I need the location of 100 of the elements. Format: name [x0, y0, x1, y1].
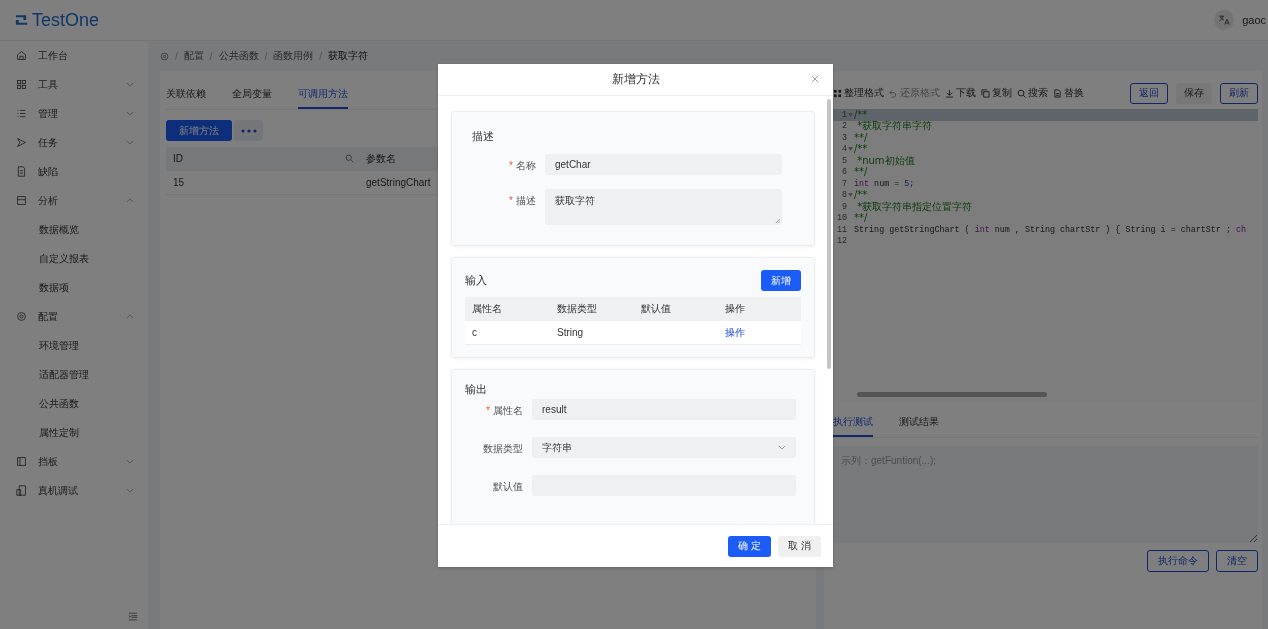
scrollbar[interactable]: [857, 392, 1047, 397]
collapse-menu-icon[interactable]: [128, 612, 138, 621]
search-icon: [1017, 88, 1026, 98]
code-line: /**: [854, 109, 868, 120]
code-line: **/: [854, 131, 868, 144]
line-number: 1: [840, 109, 847, 120]
sidebar-subitem[interactable]: 属性定制: [0, 418, 148, 447]
sidebar-item[interactable]: 工作台: [0, 41, 148, 70]
resize-grip-icon[interactable]: [775, 218, 780, 223]
line-number: 9: [840, 201, 847, 212]
sidebar-subitem[interactable]: 适配器管理: [0, 360, 148, 389]
undo-icon: [889, 88, 898, 98]
field-label: * 描述: [508, 194, 537, 208]
user-name[interactable]: gaoc: [1242, 14, 1268, 26]
toolbar-item[interactable]: 搜索: [1017, 86, 1048, 100]
sidebar-item[interactable]: 配置: [0, 302, 148, 331]
sidebar-item[interactable]: 工具: [0, 70, 148, 99]
sidebar-item[interactable]: 任务: [0, 128, 148, 157]
sidebar-subitem[interactable]: 环境管理: [0, 331, 148, 360]
sidebar-subitem[interactable]: 数据概览: [0, 215, 148, 244]
section-title: 输出: [465, 382, 488, 397]
add-method-button[interactable]: 新增方法: [166, 120, 232, 141]
toolbar-item[interactable]: 下载: [945, 86, 976, 100]
fold-caret-icon[interactable]: [848, 112, 853, 117]
home-icon: [16, 50, 27, 61]
toolbar-item[interactable]: 整理格式: [833, 86, 884, 100]
sidebar-item[interactable]: 分析: [0, 186, 148, 215]
table-cell-text: String: [557, 327, 585, 338]
line-number: 3: [840, 132, 847, 143]
code-line: *num初始值: [856, 153, 915, 167]
line-number: 10: [835, 213, 847, 224]
sidebar-item[interactable]: 管理: [0, 99, 148, 128]
document-icon: [16, 166, 27, 177]
sidebar-subitem[interactable]: 公共函数: [0, 389, 148, 418]
field-label: * 名称: [508, 159, 537, 173]
section-title: 描述: [472, 129, 495, 144]
table-cell-text: c: [472, 327, 478, 338]
code-line: *获取字符串字符: [856, 119, 933, 133]
line-number: 6: [840, 167, 847, 178]
sidebar-subitem[interactable]: 数据项: [0, 273, 148, 302]
line-number: 8: [840, 190, 847, 201]
add-button[interactable]: 新增: [761, 270, 801, 291]
translate-icon[interactable]: [1214, 10, 1235, 30]
command-button[interactable]: 清空: [1216, 550, 1258, 572]
action-link[interactable]: 操作: [725, 325, 801, 340]
grid-icon: [833, 88, 842, 98]
send-icon: [16, 137, 27, 148]
tab[interactable]: 可调用方法: [298, 79, 348, 109]
column-header: 数据类型: [557, 301, 598, 316]
close-icon[interactable]: [811, 75, 819, 83]
breadcrumb-item[interactable]: 函数用例: [273, 49, 314, 63]
dialog-button[interactable]: 确 定: [728, 535, 772, 557]
code-line: **/: [854, 166, 868, 179]
breadcrumb-item[interactable]: 配置: [183, 49, 204, 63]
line-number: 11: [835, 224, 847, 235]
command-button[interactable]: 执行命令: [1147, 550, 1209, 572]
fold-caret-icon[interactable]: [848, 193, 853, 198]
sidebar-subitem[interactable]: 自定义报表: [0, 244, 148, 273]
tab[interactable]: 测试结果: [899, 407, 939, 437]
panel-icon: [16, 456, 27, 467]
toolbar-item[interactable]: 复制: [981, 86, 1012, 100]
code-line: int num = 5;: [854, 178, 915, 189]
column-header: 默认值: [641, 301, 672, 316]
toolbar-button[interactable]: 返回: [1130, 82, 1168, 104]
code-line: /**: [854, 143, 868, 156]
breadcrumb-item[interactable]: 公共函数: [218, 49, 259, 63]
breadcrumb-separator: /: [175, 50, 178, 62]
dialog-button[interactable]: 取 消: [778, 535, 821, 557]
copy-icon: [981, 88, 990, 98]
gear-icon: [16, 311, 27, 322]
section-title: 输入: [465, 273, 487, 288]
toolbar-button[interactable]: 刷新: [1220, 82, 1258, 104]
search-icon[interactable]: [345, 154, 354, 163]
breadcrumb-separator: /: [264, 50, 268, 62]
sidebar-item[interactable]: 挡板: [0, 447, 148, 476]
column-header: ID: [173, 153, 183, 164]
input-field[interactable]: getChar: [545, 154, 782, 175]
select-field[interactable]: 字符串: [532, 437, 796, 458]
scrollbar[interactable]: [827, 99, 831, 369]
field-label: 默认值: [492, 480, 524, 494]
sidebar-item[interactable]: 缺陷: [0, 157, 148, 186]
logo-text: TestOne: [32, 9, 100, 31]
input-field[interactable]: result: [532, 399, 796, 420]
tab[interactable]: 全局变量: [232, 79, 272, 109]
field-label: 数据类型: [482, 442, 524, 456]
code-line: *获取字符串指定位置字符: [856, 199, 973, 213]
code-line: **/: [854, 212, 868, 225]
breadcrumb-separator: /: [209, 50, 213, 62]
sidebar-item[interactable]: 真机调试: [0, 476, 148, 505]
text-area[interactable]: 获取字符: [545, 189, 782, 225]
more-button[interactable]: [234, 120, 263, 141]
tab[interactable]: 关联依赖: [166, 79, 206, 109]
breadcrumb-item: 获取字符: [328, 49, 369, 63]
toolbar-button[interactable]: 保存: [1176, 82, 1212, 104]
fold-caret-icon[interactable]: [848, 147, 853, 152]
line-number: 7: [840, 178, 847, 189]
table-cell: 15: [173, 177, 185, 188]
gear-icon[interactable]: [160, 51, 169, 61]
document-icon: [1053, 88, 1062, 98]
toolbar-item[interactable]: 替换: [1053, 86, 1084, 100]
